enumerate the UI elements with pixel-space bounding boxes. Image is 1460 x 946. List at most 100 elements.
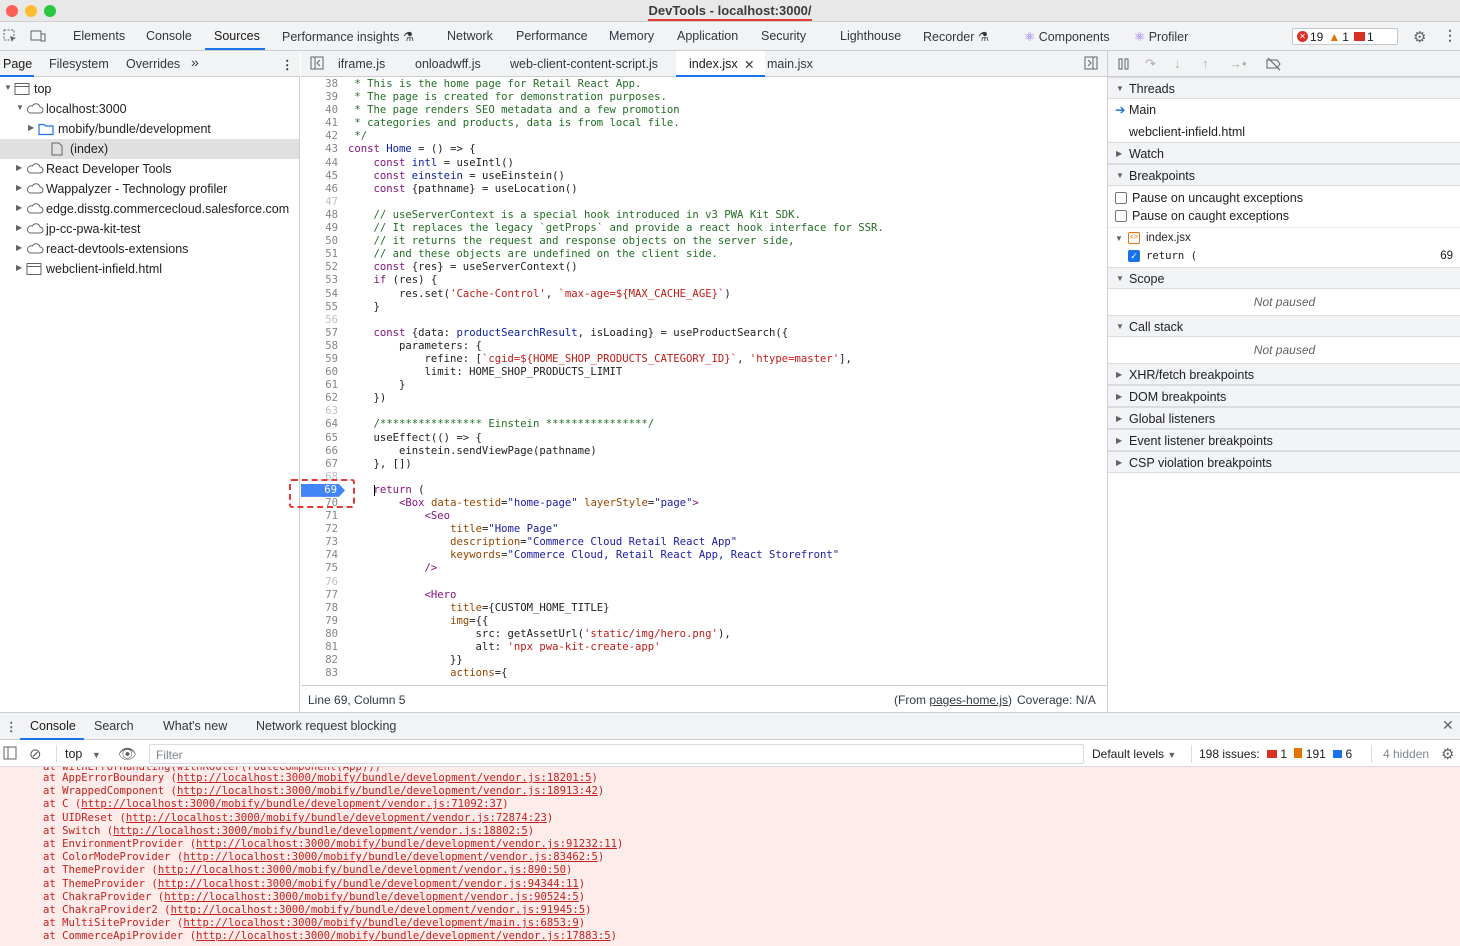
device-toolbar-icon[interactable]	[30, 29, 46, 43]
code-line[interactable]: 74 keywords="Commerce Cloud, Retail Reac…	[301, 549, 1107, 562]
code-line[interactable]: 79 img={{	[301, 615, 1107, 628]
expanded-arrow-icon[interactable]: ▼	[16, 103, 24, 112]
drawer-tab-whats-new[interactable]: What's new	[163, 719, 227, 733]
xhr-breakpoints-header[interactable]: ▶ XHR/fetch breakpoints	[1108, 363, 1460, 385]
console-settings-gear-icon[interactable]: ⚙	[1441, 745, 1454, 763]
code-line[interactable]: 42 */	[301, 130, 1107, 143]
editor-tab-main-jsx[interactable]: main.jsx	[767, 57, 813, 71]
line-number[interactable]: 73	[301, 536, 338, 549]
tab-filesystem[interactable]: Filesystem	[49, 57, 109, 71]
line-number[interactable]: 50	[301, 235, 338, 248]
expanded-arrow-icon[interactable]: ▼	[4, 83, 12, 92]
code-view[interactable]: 38 * This is the home page for Retail Re…	[301, 78, 1107, 685]
editor-tab-onloadwff-js[interactable]: onloadwff.js	[415, 57, 481, 71]
code-line[interactable]: 41 * categories and products, data is fr…	[301, 117, 1107, 130]
log-levels-dropdown[interactable]: Default levels ▼	[1092, 747, 1176, 761]
code-line[interactable]: 73 description="Commerce Cloud Retail Re…	[301, 536, 1107, 549]
line-number[interactable]: 83	[301, 667, 338, 680]
line-number[interactable]: 65	[301, 432, 338, 445]
line-number[interactable]: 39	[301, 91, 338, 104]
editor-tab-iframe-js[interactable]: iframe.js	[338, 57, 385, 71]
tab-overrides[interactable]: Overrides	[126, 57, 180, 71]
stack-frame-link[interactable]: http://localhost:3000/mobify/bundle/deve…	[164, 891, 579, 903]
stack-frame-link[interactable]: http://localhost:3000/mobify/bundle/deve…	[177, 772, 592, 784]
line-number[interactable]: 66	[301, 445, 338, 458]
code-line[interactable]: 53 if (res) {	[301, 274, 1107, 287]
issues-counter[interactable]: 198 issues: 1 191 6	[1199, 747, 1352, 761]
step-out-icon[interactable]: ↑	[1202, 56, 1209, 71]
tree-item[interactable]: (index)	[0, 139, 299, 159]
pause-uncaught-checkbox[interactable]	[1115, 192, 1127, 204]
code-line[interactable]: 61 }	[301, 379, 1107, 392]
code-line[interactable]: 56	[301, 314, 1107, 327]
code-line[interactable]: 54 res.set('Cache-Control', `max-age=${M…	[301, 288, 1107, 301]
code-line[interactable]: 75 />	[301, 562, 1107, 575]
stack-frame-link[interactable]: http://localhost:3000/mobify/bundle/deve…	[183, 917, 578, 929]
stack-frame-link[interactable]: http://localhost:3000/mobify/bundle/deve…	[81, 798, 502, 810]
tab-memory[interactable]: Memory	[609, 29, 654, 43]
step-icon[interactable]: →•	[1229, 56, 1247, 71]
event-listener-breakpoints-header[interactable]: ▶ Event listener breakpoints	[1108, 429, 1460, 451]
global-listeners-header[interactable]: ▶ Global listeners	[1108, 407, 1460, 429]
line-number[interactable]: 78	[301, 602, 338, 615]
code-line[interactable]: 58 parameters: {	[301, 340, 1107, 353]
line-number[interactable]: 76	[301, 576, 338, 589]
drawer-tab-network-request-blocking[interactable]: Network request blocking	[256, 719, 396, 733]
line-number[interactable]: 79	[301, 615, 338, 628]
code-line[interactable]: 44 const intl = useIntl()	[301, 157, 1107, 170]
code-line[interactable]: 60 limit: HOME_SHOP_PRODUCTS_LIMIT	[301, 366, 1107, 379]
code-line[interactable]: 57 const {data: productSearchResult, isL…	[301, 327, 1107, 340]
stack-frame-link[interactable]: http://localhost:3000/mobify/bundle/deve…	[196, 930, 611, 942]
collapsed-arrow-icon[interactable]: ▶	[16, 263, 22, 272]
code-line[interactable]: 77 <Hero	[301, 589, 1107, 602]
line-number[interactable]: 75	[301, 562, 338, 575]
line-number[interactable]: 61	[301, 379, 338, 392]
threads-section-header[interactable]: ▼ Threads	[1108, 77, 1460, 99]
code-line[interactable]: 55 }	[301, 301, 1107, 314]
line-number[interactable]: 45	[301, 170, 338, 183]
editor-tab-index-jsx[interactable]: index.jsx ✕	[676, 51, 765, 77]
thread-webclient[interactable]: webclient-infield.html	[1108, 121, 1460, 143]
scope-section-header[interactable]: ▼ Scope	[1108, 267, 1460, 289]
line-number[interactable]: 81	[301, 641, 338, 654]
source-map-link[interactable]: pages-home.js	[929, 693, 1008, 707]
breakpoints-section-header[interactable]: ▼ Breakpoints	[1108, 164, 1460, 186]
stack-frame-link[interactable]: http://localhost:3000/mobify/bundle/deve…	[183, 851, 598, 863]
code-line[interactable]: 40 * The page renders SEO metadata and a…	[301, 104, 1107, 117]
line-number[interactable]: 56	[301, 314, 338, 327]
code-line[interactable]: 48 // useServerContext is a special hook…	[301, 209, 1107, 222]
tab-performance[interactable]: Performance	[516, 29, 588, 43]
inspect-element-icon[interactable]	[3, 29, 17, 43]
console-filter-input[interactable]: Filter	[149, 744, 1084, 764]
code-line[interactable]: 38 * This is the home page for Retail Re…	[301, 78, 1107, 91]
step-into-icon[interactable]: ↓	[1174, 56, 1181, 71]
collapsed-arrow-icon[interactable]: ▶	[16, 203, 22, 212]
tree-item[interactable]: ▶ react-devtools-extensions	[0, 239, 299, 259]
code-line[interactable]: 83 actions={	[301, 667, 1107, 680]
code-line[interactable]: 45 const einstein = useEinstein()	[301, 170, 1107, 183]
stack-frame-link[interactable]: http://localhost:3000/mobify/bundle/deve…	[171, 904, 586, 916]
clear-console-icon[interactable]: ⊘	[29, 745, 42, 763]
tab-recorder[interactable]: Recorder ⚗	[923, 29, 989, 44]
line-number[interactable]: 47	[301, 196, 338, 209]
tab-page[interactable]: Page	[3, 57, 32, 71]
more-options-icon[interactable]: ⋮	[1443, 27, 1457, 44]
tab-performance-insights[interactable]: Performance insights ⚗	[282, 29, 414, 44]
tree-item[interactable]: ▶ Wappalyzer - Technology profiler	[0, 179, 299, 199]
code-line[interactable]: 64 /**************** Einstein **********…	[301, 418, 1107, 431]
stack-frame-link[interactable]: http://localhost:3000/mobify/bundle/deve…	[158, 878, 579, 890]
dom-breakpoints-header[interactable]: ▶ DOM breakpoints	[1108, 385, 1460, 407]
code-line[interactable]: 47	[301, 196, 1107, 209]
pause-caught-checkbox[interactable]	[1115, 210, 1127, 222]
code-line[interactable]: 43 const Home = () => {	[301, 143, 1107, 156]
code-line[interactable]: 49 // It replaces the legacy `getProps` …	[301, 222, 1107, 235]
code-line[interactable]: 65 useEffect(() => {	[301, 432, 1107, 445]
tree-item[interactable]: ▶ jp-cc-pwa-kit-test	[0, 219, 299, 239]
line-number[interactable]: 60	[301, 366, 338, 379]
code-line[interactable]: 50 // it returns the request and respons…	[301, 235, 1107, 248]
line-number[interactable]: 54	[301, 288, 338, 301]
tree-item[interactable]: ▶ React Developer Tools	[0, 159, 299, 179]
code-line[interactable]: 66 einstein.sendViewPage(pathname)	[301, 445, 1107, 458]
code-line[interactable]: 62 })	[301, 392, 1107, 405]
drawer-tab-search[interactable]: Search	[94, 719, 134, 733]
